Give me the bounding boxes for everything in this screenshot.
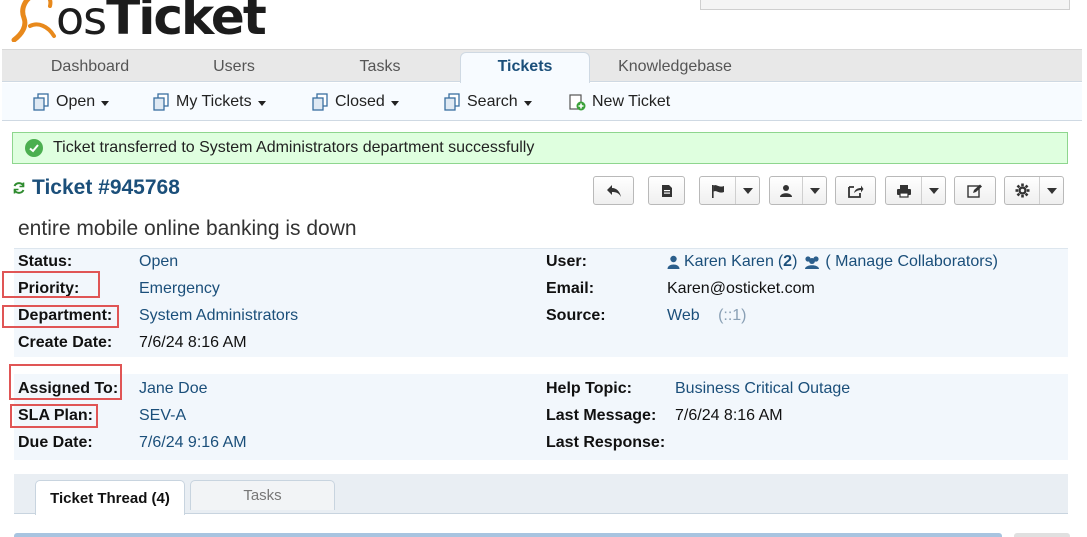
tab-tasks[interactable]: Tasks [190,480,335,510]
ticket-queue-icon [443,93,461,111]
chevron-down-icon [523,100,532,106]
create-date-value: 7/6/24 8:16 AM [139,334,247,351]
ticket-queue-icon [311,93,329,111]
nav-tab-knowledgebase[interactable]: Knowledgebase [608,50,742,83]
success-check-icon [25,139,43,157]
highlight-box-department [2,305,119,328]
chevron-down-icon [390,100,399,106]
success-message: Ticket transferred to System Administrat… [53,139,535,156]
user-label: User: [546,253,587,270]
thread-side-button[interactable] [1014,533,1070,537]
ticket-queue-icon [32,93,50,111]
transfer-button[interactable] [835,176,876,205]
flag-icon [700,177,735,204]
priority-value[interactable]: Emergency [139,280,220,298]
email-label: Email: [546,280,595,297]
create-date-label: Create Date: [18,334,113,351]
sla-plan-value[interactable]: SEV-A [139,407,186,425]
subnav-my-tickets-label: My Tickets [176,93,252,110]
flag-button[interactable] [699,176,760,205]
tab-ticket-thread[interactable]: Ticket Thread (4) [35,480,185,515]
print-button[interactable] [885,176,946,205]
department-value[interactable]: System Administrators [139,307,298,325]
nav-tab-tickets[interactable]: Tickets [460,52,590,84]
manage-collaborators-link[interactable]: ( Manage Collaborators) [825,253,998,271]
post-note-button[interactable] [648,176,685,205]
subnav-new-ticket-label: New Ticket [592,93,671,110]
chevron-down-icon [742,187,753,194]
user-count-close: ) [792,253,798,270]
ticket-info-table-1: Status: Open Priority: Emergency Departm… [14,249,1068,357]
subnav-open-label: Open [56,93,96,110]
edit-icon [955,177,995,204]
reply-button[interactable] [593,176,634,205]
status-value[interactable]: Open [139,253,178,271]
note-icon [649,177,684,204]
success-banner: Ticket transferred to System Administrat… [12,132,1068,164]
ticket-queue-icon [152,93,170,111]
top-right-panel [700,0,1070,10]
source-label: Source: [546,307,606,324]
print-icon [886,177,921,204]
status-label: Status: [18,253,73,270]
chevron-down-icon [101,100,110,106]
source-web[interactable]: Web [667,307,700,324]
highlight-box-sla-plan [10,404,98,428]
subnav-search-label: Search [467,93,518,110]
new-ticket-icon [568,93,586,111]
due-date-value[interactable]: 7/6/24 9:16 AM [139,434,247,452]
due-date-label: Due Date: [18,434,93,451]
help-topic-label: Help Topic: [546,380,632,397]
thread-tabs: Ticket Thread (4) Tasks [14,474,1068,515]
ticket-number[interactable]: Ticket #945768 [32,176,180,200]
last-message-label: Last Message: [546,407,657,424]
user-icon [667,255,680,269]
assign-button[interactable] [769,176,827,205]
refresh-icon[interactable] [12,181,26,195]
source-ip: (::1) [718,307,747,324]
main-nav: Dashboard Users Tasks Tickets Knowledgeb… [2,49,1082,84]
thread-entry-header [14,533,1002,537]
chevron-down-icon [257,100,266,106]
help-topic-value[interactable]: Business Critical Outage [675,380,850,398]
source-value: Web (::1) [667,307,747,325]
ticket-subject: entire mobile online banking is down [18,217,357,240]
user-name-link[interactable]: Karen Karen [684,253,774,271]
gear-icon [1005,177,1039,204]
transfer-icon [836,177,875,204]
chevron-down-icon [928,187,939,194]
subnav-my-tickets[interactable]: My Tickets [152,83,266,121]
last-response-label: Last Response: [546,434,666,451]
user-ticket-count[interactable]: 2 [783,253,792,271]
highlight-box-priority [2,271,100,298]
user-value: Karen Karen ( 2 ) ( Manage Collaborators… [667,253,998,271]
highlight-box-assigned-to [9,364,122,400]
logo-text-main: Ticket [106,0,267,46]
subnav-new-ticket[interactable]: New Ticket [568,83,670,121]
reply-icon [594,177,633,204]
app-header: osTicket [0,0,1087,48]
last-message-value: 7/6/24 8:16 AM [675,407,783,424]
subnav-open[interactable]: Open [32,83,110,121]
subnav-search[interactable]: Search [443,83,532,121]
more-settings-button[interactable] [1004,176,1064,205]
edit-button[interactable] [954,176,996,205]
email-value: Karen@osticket.com [667,280,815,297]
logo-text-os: os [56,0,107,45]
sub-nav: Open My Tickets Closed Search New Ticket [2,83,1082,121]
ticket-title: Ticket #945768 [12,174,180,202]
assign-icon [770,177,802,204]
ticket-info-table-2: Assigned To: Jane Doe SLA Plan: SEV-A Du… [14,374,1068,460]
nav-tab-dashboard[interactable]: Dashboard [30,50,150,83]
subnav-closed-label: Closed [335,93,385,110]
collaborators-icon [803,255,821,269]
subnav-closed[interactable]: Closed [311,83,399,121]
nav-tab-users[interactable]: Users [182,50,286,83]
assigned-to-value[interactable]: Jane Doe [139,380,208,398]
chevron-down-icon [809,187,820,194]
chevron-down-icon [1046,187,1057,194]
nav-tab-tasks[interactable]: Tasks [328,50,432,83]
